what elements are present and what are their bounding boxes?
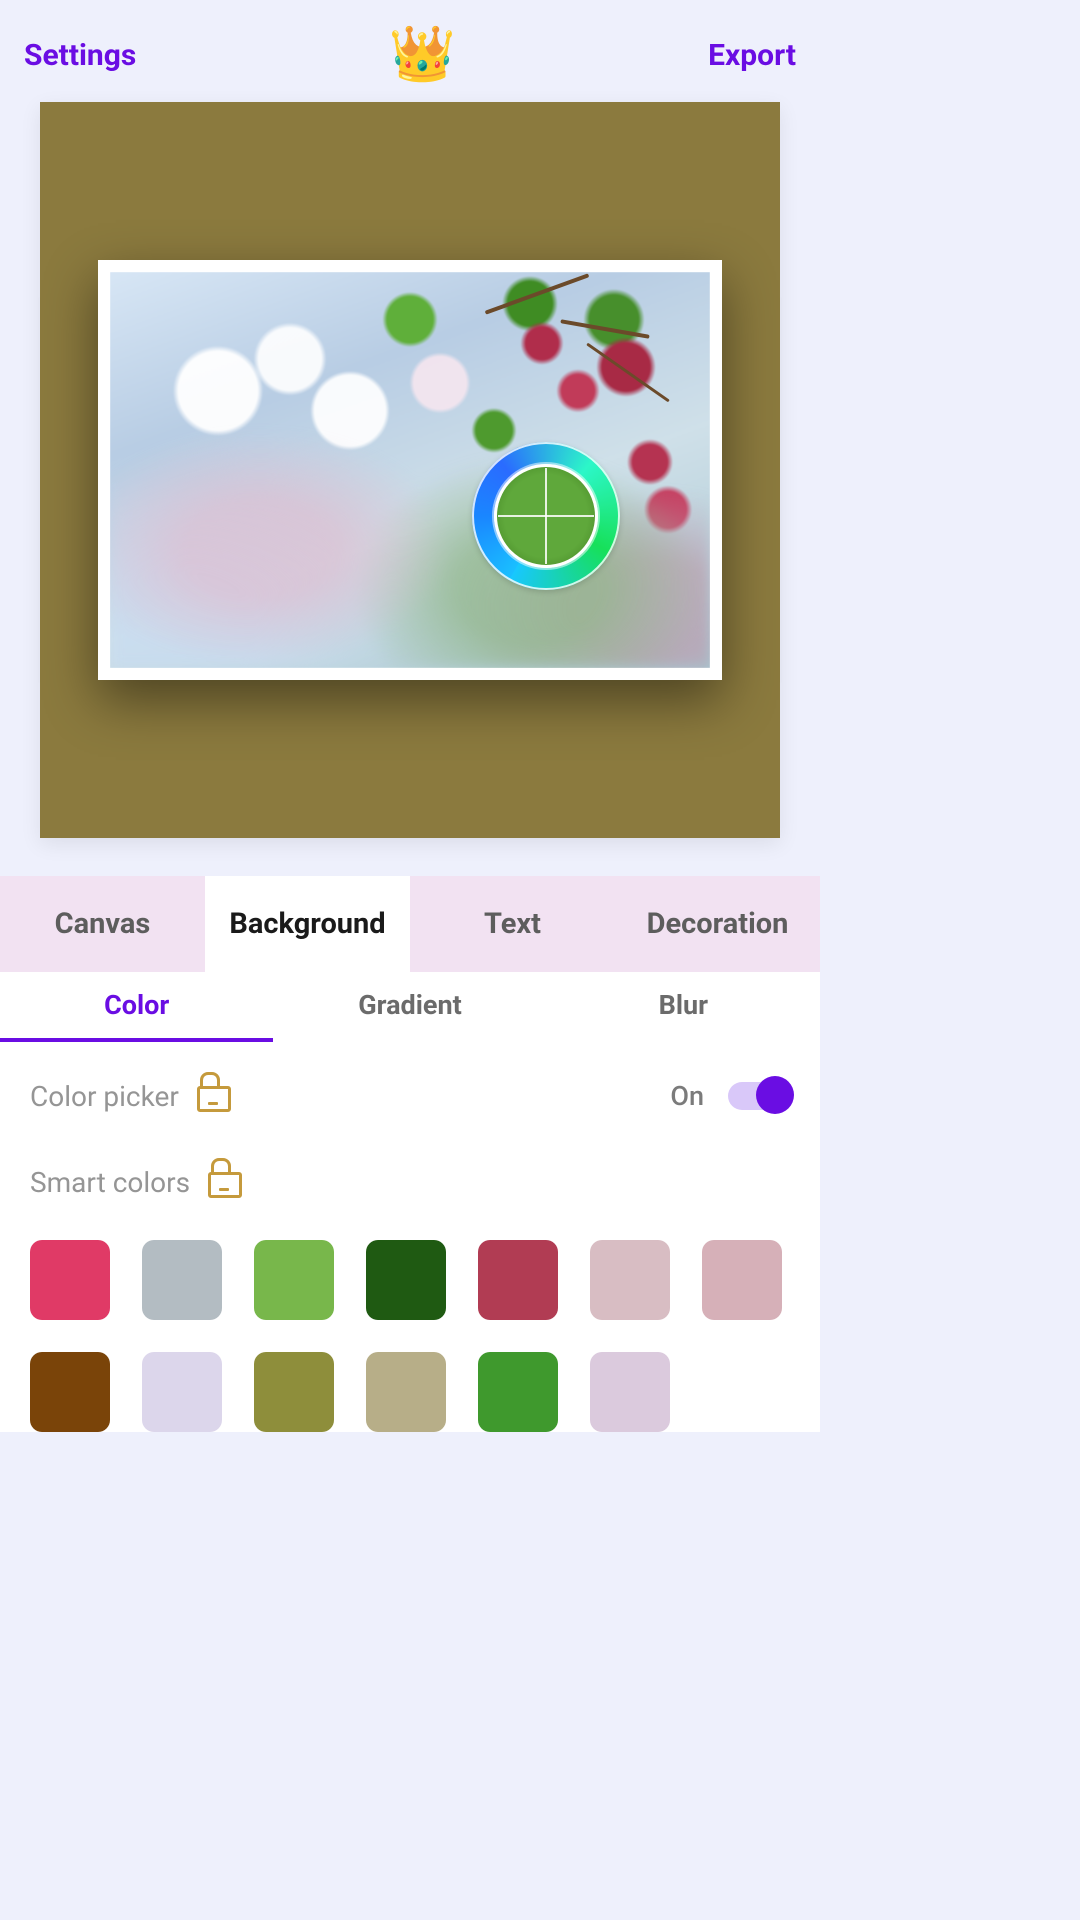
tab-background[interactable]: Background (205, 876, 410, 972)
swatch[interactable] (366, 1352, 446, 1432)
tab-canvas[interactable]: Canvas (0, 876, 205, 972)
smart-colors-row: Smart colors (30, 1146, 790, 1218)
canvas-area (0, 102, 820, 876)
photo (110, 272, 710, 668)
swatch[interactable] (254, 1352, 334, 1432)
lock-open-icon[interactable] (197, 1080, 227, 1112)
swatch[interactable] (142, 1240, 222, 1320)
smart-colors-label: Smart colors (30, 1166, 190, 1199)
swatch[interactable] (366, 1240, 446, 1320)
crown-icon[interactable]: 👑 (389, 28, 456, 82)
color-picker-reticle[interactable] (472, 442, 620, 590)
tabs-sub: Color Gradient Blur (0, 972, 820, 1042)
lock-open-icon[interactable] (208, 1166, 238, 1198)
color-picker-label: Color picker (30, 1080, 179, 1113)
swatch[interactable] (254, 1240, 334, 1320)
swatch[interactable] (142, 1352, 222, 1432)
swatch[interactable] (478, 1352, 558, 1432)
tabs-primary: Canvas Background Text Decoration (0, 876, 820, 972)
swatch[interactable] (478, 1240, 558, 1320)
tab-decoration[interactable]: Decoration (615, 876, 820, 972)
color-section: Color picker On Smart colors (0, 1042, 820, 1432)
canvas-background[interactable] (40, 102, 780, 838)
swatches-grid (30, 1218, 790, 1432)
header: Settings 👑 Export (0, 0, 820, 102)
photo-frame[interactable] (98, 260, 722, 680)
swatch[interactable] (30, 1352, 110, 1432)
swatch[interactable] (590, 1352, 670, 1432)
subtab-blur[interactable]: Blur (547, 972, 820, 1042)
swatch[interactable] (702, 1240, 782, 1320)
tab-text[interactable]: Text (410, 876, 615, 972)
subtab-gradient[interactable]: Gradient (273, 972, 546, 1042)
color-picker-row: Color picker On (30, 1060, 790, 1132)
export-button[interactable]: Export (708, 38, 796, 73)
color-picker-toggle[interactable] (728, 1082, 790, 1110)
toggle-knob (756, 1076, 794, 1114)
toggle-state-label: On (670, 1080, 704, 1112)
settings-button[interactable]: Settings (24, 38, 136, 73)
swatch[interactable] (590, 1240, 670, 1320)
swatch[interactable] (30, 1240, 110, 1320)
subtab-color[interactable]: Color (0, 972, 273, 1042)
